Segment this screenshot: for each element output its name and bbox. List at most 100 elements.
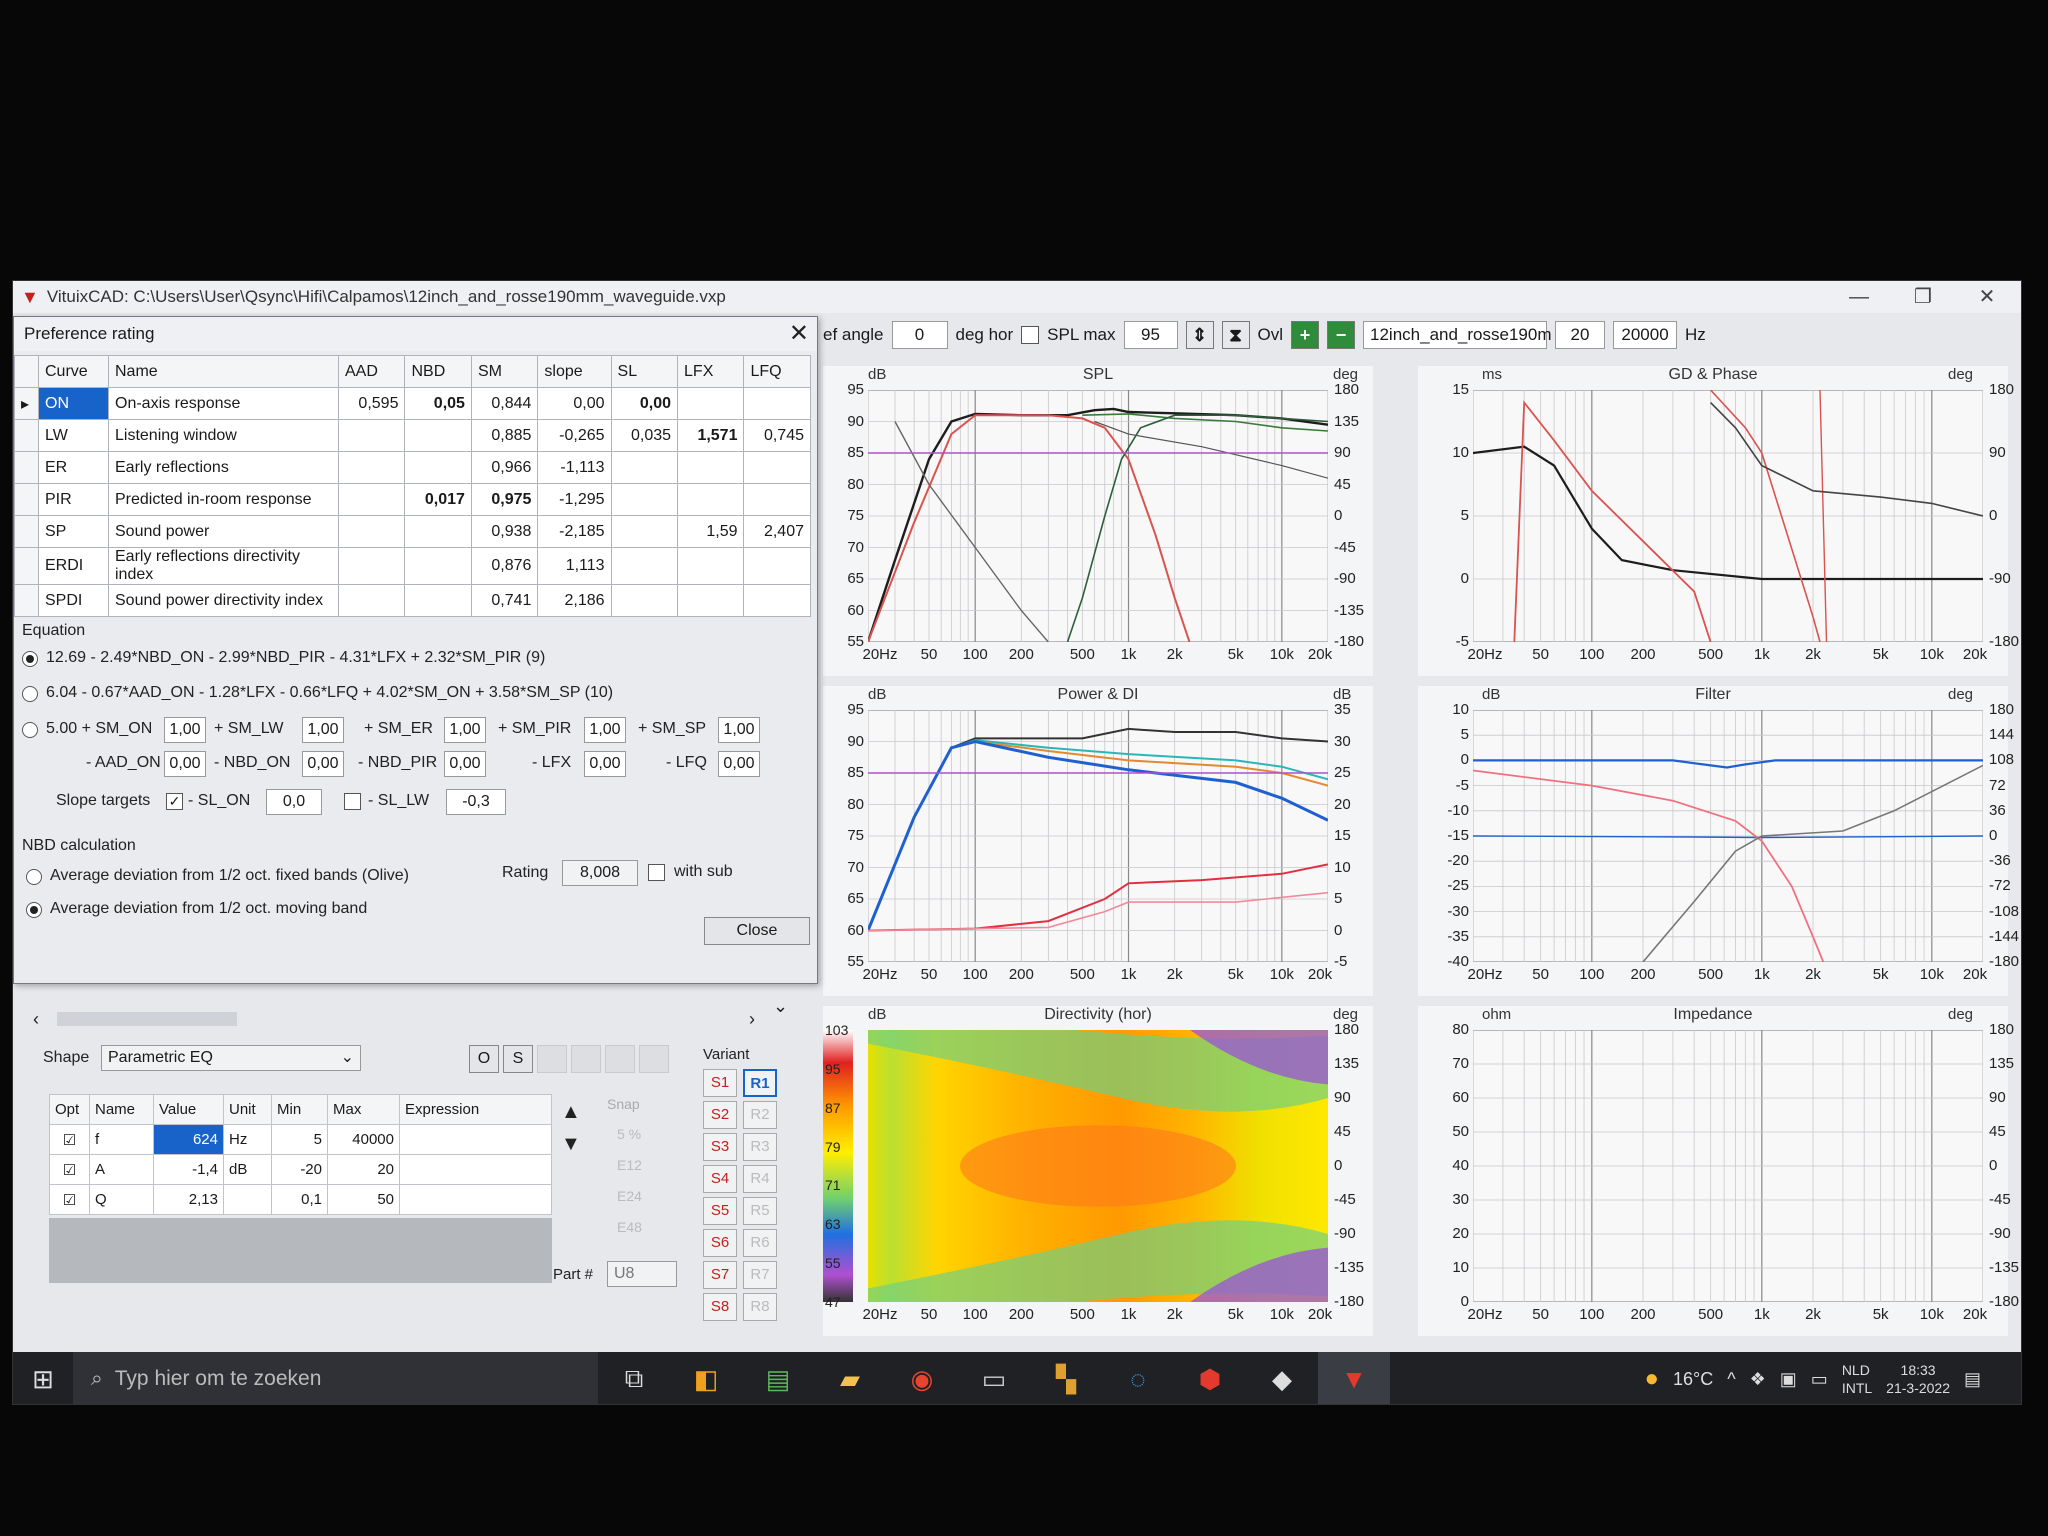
app-icon-4[interactable]: ◌ (1102, 1352, 1174, 1404)
fmin-input[interactable]: 20 (1555, 321, 1606, 349)
eq-cell-min[interactable]: 0,1 (271, 1184, 328, 1215)
eq-cell-expression[interactable] (399, 1184, 552, 1215)
ref-angle-input[interactable]: 0 (891, 321, 948, 349)
variant-s4-button[interactable]: S4 (703, 1165, 737, 1193)
eq3-radio[interactable] (22, 722, 38, 738)
sl-lw-checkbox[interactable] (344, 793, 361, 810)
eq-cell-min[interactable]: -20 (271, 1154, 328, 1185)
pdf-icon[interactable]: ⬢ (1174, 1352, 1246, 1404)
row-indicator[interactable] (14, 483, 39, 516)
part-input[interactable]: U8 (607, 1261, 677, 1287)
minimize-button[interactable]: — (1827, 281, 1891, 313)
spl-max-checkbox[interactable] (1021, 326, 1040, 344)
preference-row[interactable]: ▸ ON On-axis response 0,595 0,05 0,844 0,00 0,0… (14, 387, 811, 420)
app-icon-5[interactable]: ◆ (1246, 1352, 1318, 1404)
row-indicator[interactable]: ▸ (14, 387, 39, 420)
variant-s1-button[interactable]: S1 (703, 1069, 737, 1097)
eq-param-row[interactable]: ☑ A -1,4 dB -20 20 (49, 1154, 552, 1185)
variant-r3-button[interactable]: R3 (743, 1133, 777, 1161)
variant-r7-button[interactable]: R7 (743, 1261, 777, 1289)
spin-up-down-icon[interactable]: ⇕ (1185, 321, 1214, 349)
network-icon[interactable]: ▣ (1780, 1369, 1797, 1390)
nbd-pir-input[interactable]: 0,00 (444, 751, 486, 777)
hourglass-icon[interactable]: ⧗ (1221, 321, 1250, 349)
lfq-input[interactable]: 0,00 (718, 751, 760, 777)
variant-r2-button[interactable]: R2 (743, 1101, 777, 1129)
variant-s3-button[interactable]: S3 (703, 1133, 737, 1161)
dropbox-icon[interactable]: ❖ (1750, 1369, 1766, 1390)
gd-phase-chart[interactable]: GD & Phase ms deg 15 10 5 0 -5 180 90 0 -90 -180 2… (1418, 366, 2019, 676)
preference-row[interactable]: ERDI Early reflections directivity index 0… (14, 547, 811, 585)
variant-s2-button[interactable]: S2 (703, 1101, 737, 1129)
sm-pir-input[interactable]: 1,00 (584, 717, 626, 743)
variant-s6-button[interactable]: S6 (703, 1229, 737, 1257)
eq-cell-max[interactable]: 50 (327, 1184, 400, 1215)
close-window-button[interactable]: ✕ (1955, 281, 2019, 313)
variant-r1-button[interactable]: R1 (743, 1069, 777, 1097)
variant-s7-button[interactable]: S7 (703, 1261, 737, 1289)
opt-checkbox[interactable]: ☑ (49, 1124, 90, 1155)
spl-max-input[interactable]: 95 (1123, 321, 1178, 349)
row-indicator[interactable] (14, 515, 39, 548)
snap-e12[interactable]: E12 (617, 1157, 642, 1173)
move-up-icon[interactable]: ▲ (561, 1101, 581, 1124)
with-sub-checkbox[interactable] (648, 864, 665, 881)
terminal-icon[interactable]: ▭ (958, 1352, 1030, 1404)
nbd-moving-radio[interactable] (26, 902, 42, 918)
scroll-left-icon[interactable]: ‹ (33, 1009, 39, 1030)
eq1-radio[interactable] (22, 651, 38, 667)
variant-r5-button[interactable]: R5 (743, 1197, 777, 1225)
file-explorer-icon[interactable]: ▰ (814, 1352, 886, 1404)
sm-er-input[interactable]: 1,00 (444, 717, 486, 743)
task-view-icon[interactable]: ⧉ (598, 1352, 670, 1404)
lfx-input[interactable]: 0,00 (584, 751, 626, 777)
restore-button[interactable]: ❐ (1891, 281, 1955, 313)
o-button[interactable]: O (469, 1045, 499, 1073)
chevron-up-icon[interactable]: ^ (1727, 1369, 1735, 1390)
sm-on-input[interactable]: 1,00 (164, 717, 206, 743)
close-button[interactable]: Close (704, 917, 810, 945)
collapse-chevron-icon[interactable]: ⌄ (773, 996, 788, 1017)
fmax-input[interactable]: 20000 (1613, 321, 1678, 349)
spl-chart[interactable]: SPL dB deg 95 90 85 80 75 70 65 60 55 180 135 90 45 0… (823, 366, 1373, 676)
impedance-chart[interactable]: Impedance ohm deg 80 70 60 50 40 30 20 10 0 180 13… (1418, 1006, 2019, 1336)
app-icon-3[interactable]: ▚ (1030, 1352, 1102, 1404)
eq-cell-value[interactable]: 624 (153, 1124, 224, 1155)
preference-row[interactable]: ER Early reflections 0,966 -1,113 (14, 451, 811, 484)
variant-r6-button[interactable]: R6 (743, 1229, 777, 1257)
sm-lw-input[interactable]: 1,00 (302, 717, 344, 743)
move-down-icon[interactable]: ▼ (561, 1133, 581, 1156)
snap-5pct[interactable]: 5 % (617, 1126, 641, 1142)
sl-lw-input[interactable]: -0,3 (446, 789, 506, 815)
aad-on-input[interactable]: 0,00 (164, 751, 206, 777)
vituixcad-taskbar-icon[interactable]: ▼ (1318, 1352, 1390, 1404)
project-name-input[interactable]: 12inch_and_rosse190m (1363, 321, 1551, 349)
preference-row[interactable]: LW Listening window 0,885 -0,265 0,035 1,571 0… (14, 419, 811, 452)
opt-checkbox[interactable]: ☑ (49, 1184, 90, 1215)
power-di-chart[interactable]: Power & DI dB dB 95 90 85 80 75 70 65 60 55 35 30 2… (823, 686, 1373, 996)
app-icon-2[interactable]: ▤ (742, 1352, 814, 1404)
add-overlay-icon[interactable]: + (1291, 321, 1320, 349)
language-indicator[interactable]: NLD INTL (1842, 1361, 1872, 1397)
row-indicator[interactable] (14, 584, 39, 617)
dialog-close-icon[interactable]: ✕ (789, 317, 809, 351)
variant-r8-button[interactable]: R8 (743, 1293, 777, 1321)
eq-cell-value[interactable]: -1,4 (153, 1154, 224, 1185)
row-indicator[interactable] (14, 547, 39, 585)
chrome-icon[interactable]: ◉ (886, 1352, 958, 1404)
preference-row[interactable]: SPDI Sound power directivity index 0,741 2,… (14, 584, 811, 617)
snap-e48[interactable]: E48 (617, 1219, 642, 1235)
variant-s8-button[interactable]: S8 (703, 1293, 737, 1321)
eq-cell-max[interactable]: 40000 (327, 1124, 400, 1155)
eq-param-row[interactable]: ☑ Q 2,13 0,1 50 (49, 1184, 552, 1215)
battery-icon[interactable]: ▭ (1811, 1369, 1828, 1390)
eq-param-row[interactable]: ☑ f 624 Hz 5 40000 (49, 1124, 552, 1155)
eq2-radio[interactable] (22, 686, 38, 702)
directivity-chart[interactable]: Directivity (hor) dB deg 180 135 90 45 0 -45-… (823, 1006, 1373, 1336)
taskbar-search[interactable]: ⌕ Typ hier om te zoeken (73, 1352, 598, 1404)
s-button[interactable]: S (503, 1045, 533, 1073)
sl-on-checkbox[interactable]: ✓ (166, 793, 183, 810)
scroll-right-icon[interactable]: › (749, 1009, 755, 1030)
app-icon-1[interactable]: ◧ (670, 1352, 742, 1404)
shape-select[interactable]: Parametric EQ ⌄ (101, 1045, 361, 1071)
